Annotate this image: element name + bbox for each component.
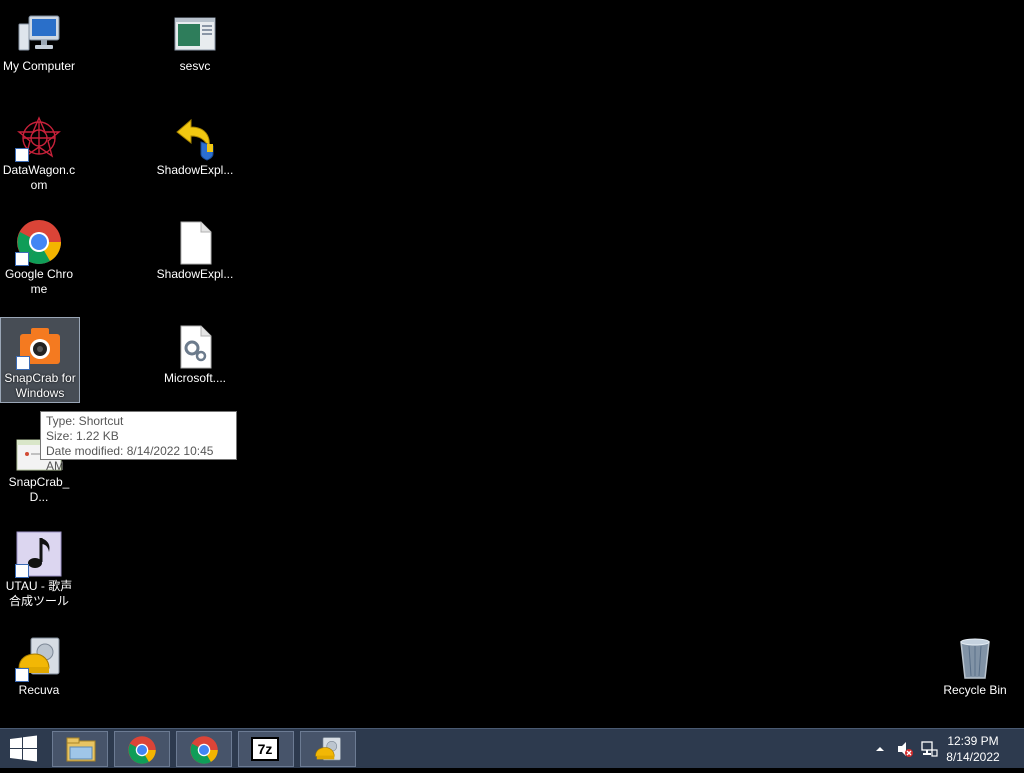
desktop-icon-recycle-bin[interactable]: Recycle Bin [936,630,1014,698]
desktop-icon-label: Recuva [18,683,60,697]
desktop-icon-datawagon[interactable]: DataWagon.c om [0,110,78,193]
desktop-icon-shadowexplorer[interactable]: ShadowExpl... [156,110,234,178]
tray-volume-button[interactable] [896,740,914,758]
tray-network-button[interactable] [920,740,938,758]
settings-file-icon [171,322,219,370]
desktop-icon-label: Microsoft.... [163,371,226,385]
network-icon [921,741,938,757]
application-window-icon [171,10,219,58]
shortcut-tooltip: Type: Shortcut Size: 1.22 KB Date modifi… [40,411,237,473]
shortcut-arrow-icon [15,668,29,682]
shortcut-arrow-icon [15,148,29,162]
desktop-icon-label: ShadowExpl... [156,267,234,281]
computer-icon [15,10,63,58]
chevron-up-icon [876,747,884,751]
desktop-icon-label: Google Chrome [4,267,74,296]
desktop: My Computer sesvc DataWagon.c om ShadowE… [0,0,1024,728]
taskbar-recuva-button[interactable] [300,731,356,767]
desktop-icon-label: UTAU - 歌声 合成ツール [5,579,73,608]
tooltip-date-modified: Date modified: 8/14/2022 10:45 AM [46,444,214,473]
file-explorer-icon [66,737,96,762]
desktop-icon-shadowexplorer-file[interactable]: ShadowExpl... [156,214,234,282]
taskbar: 7z 12:39 PM 8/14/2022 [0,728,1024,768]
desktop-icon-label: ShadowExpl... [156,163,234,177]
clock-time: 12:39 PM [947,734,999,748]
utau-music-note-icon [15,530,63,578]
taskbar-7zip-button[interactable]: 7z [238,731,294,767]
desktop-icon-microsoft[interactable]: Microsoft.... [156,318,234,386]
shortcut-arrow-icon [15,564,29,578]
desktop-icon-label: DataWagon.c om [2,163,76,192]
tooltip-type: Type: Shortcut [46,414,124,428]
desktop-icon-sesvc[interactable]: sesvc [156,6,234,74]
taskbar-clock[interactable]: 12:39 PM 8/14/2022 [938,733,1008,765]
desktop-icon-label: sesvc [179,59,211,73]
taskbar-file-explorer-button[interactable] [52,731,108,767]
recuva-icon [15,634,63,682]
desktop-icon-recuva[interactable]: Recuva [0,630,78,698]
taskbar-chrome-button-2[interactable] [176,731,232,767]
desktop-icon-google-chrome[interactable]: Google Chrome [0,214,78,297]
desktop-icon-label: Recycle Bin [943,683,1007,697]
clock-date: 8/14/2022 [946,750,1000,764]
taskbar-chrome-button-1[interactable] [114,731,170,767]
tooltip-size: Size: 1.22 KB [46,429,119,443]
blank-file-icon [171,218,219,266]
recuva-icon [315,737,341,761]
7zip-icon: 7z [251,737,279,761]
desktop-icon-snapcrab[interactable]: SnapCrab for Windows [0,317,80,403]
desktop-icon-utau[interactable]: UTAU - 歌声 合成ツール [0,526,78,609]
recycle-bin-icon [951,634,999,682]
shortcut-arrow-icon [15,252,29,266]
desktop-icon-my-computer[interactable]: My Computer [0,6,78,74]
volume-muted-icon [898,742,913,757]
shortcut-arrow-icon [16,356,30,370]
desktop-icon-label: SnapCrab_D... [8,475,70,504]
tray-show-hidden-icons[interactable] [874,742,886,754]
datawagon-icon [15,114,63,162]
chrome-icon [128,736,156,764]
windows-logo-icon [10,735,37,762]
7zip-icon-text: 7z [257,741,273,757]
chrome-icon [190,736,218,764]
desktop-icon-label: My Computer [2,59,76,73]
snapcrab-camera-icon [16,322,64,370]
desktop-icon-label: SnapCrab for Windows [4,371,76,400]
start-button[interactable] [0,729,48,768]
shadowexplorer-icon [171,114,219,162]
chrome-icon [15,218,63,266]
